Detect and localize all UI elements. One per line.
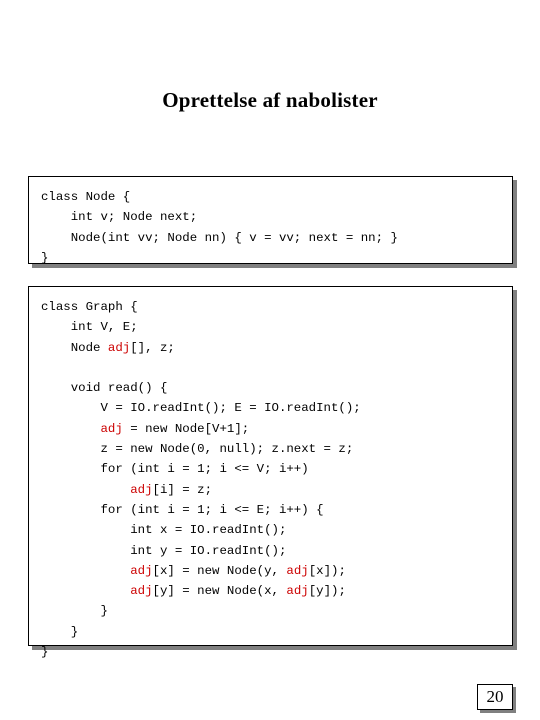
code-block-node-class: class Node { int v; Node next; Node(int …: [28, 176, 513, 265]
code-text-node-class: class Node { int v; Node next; Node(int …: [41, 190, 398, 265]
code-block-graph-class: class Graph { int V, E; Node adj[], z; v…: [28, 286, 513, 659]
page-title: Oprettelse af nabolister: [162, 88, 378, 112]
code-text-graph-class: class Graph { int V, E; Node adj[], z; v…: [41, 300, 361, 660]
page-number-box: 20: [477, 684, 513, 710]
slide: Oprettelse af nabolister class Node { in…: [0, 0, 540, 720]
page-number: 20: [486, 687, 504, 706]
